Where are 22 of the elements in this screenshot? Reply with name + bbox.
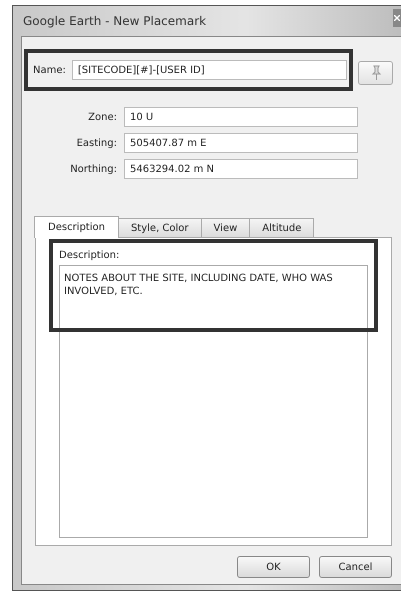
description-text: NOTES ABOUT THE SITE, INCLUDING DATE, WHO WAS INVOLVED, ETC. <box>64 272 334 298</box>
coordinate-field[interactable]: 505407.87 m E <box>124 133 358 153</box>
coordinate-label: Easting: <box>76 138 117 148</box>
pushpin-icon <box>370 65 382 81</box>
coordinate-field[interactable]: 10 U <box>124 107 358 127</box>
tab[interactable]: Description <box>34 216 119 238</box>
cancel-button[interactable]: Cancel <box>319 556 392 578</box>
tab[interactable]: Altitude <box>249 218 314 237</box>
pin-button[interactable] <box>358 61 393 85</box>
description-label: Description: <box>59 250 120 261</box>
tab[interactable]: View <box>200 218 250 237</box>
close-icon <box>394 15 400 21</box>
tab[interactable]: Style, Color <box>118 218 202 237</box>
name-label: Name: <box>33 64 66 76</box>
coordinate-field[interactable]: 5463294.02 m N <box>124 159 358 179</box>
coordinate-label: Northing: <box>69 164 117 174</box>
ok-button[interactable]: OK <box>237 556 310 578</box>
window-title: Google Earth - New Placemark <box>22 14 206 28</box>
description-field[interactable]: NOTES ABOUT THE SITE, INCLUDING DATE, WHO WAS INVOLVED, ETC. <box>59 265 368 538</box>
coordinate-label: Zone: <box>87 112 117 122</box>
close-button[interactable] <box>393 9 401 27</box>
name-field[interactable]: [SITECODE][#]-[USER ID] <box>72 60 347 80</box>
